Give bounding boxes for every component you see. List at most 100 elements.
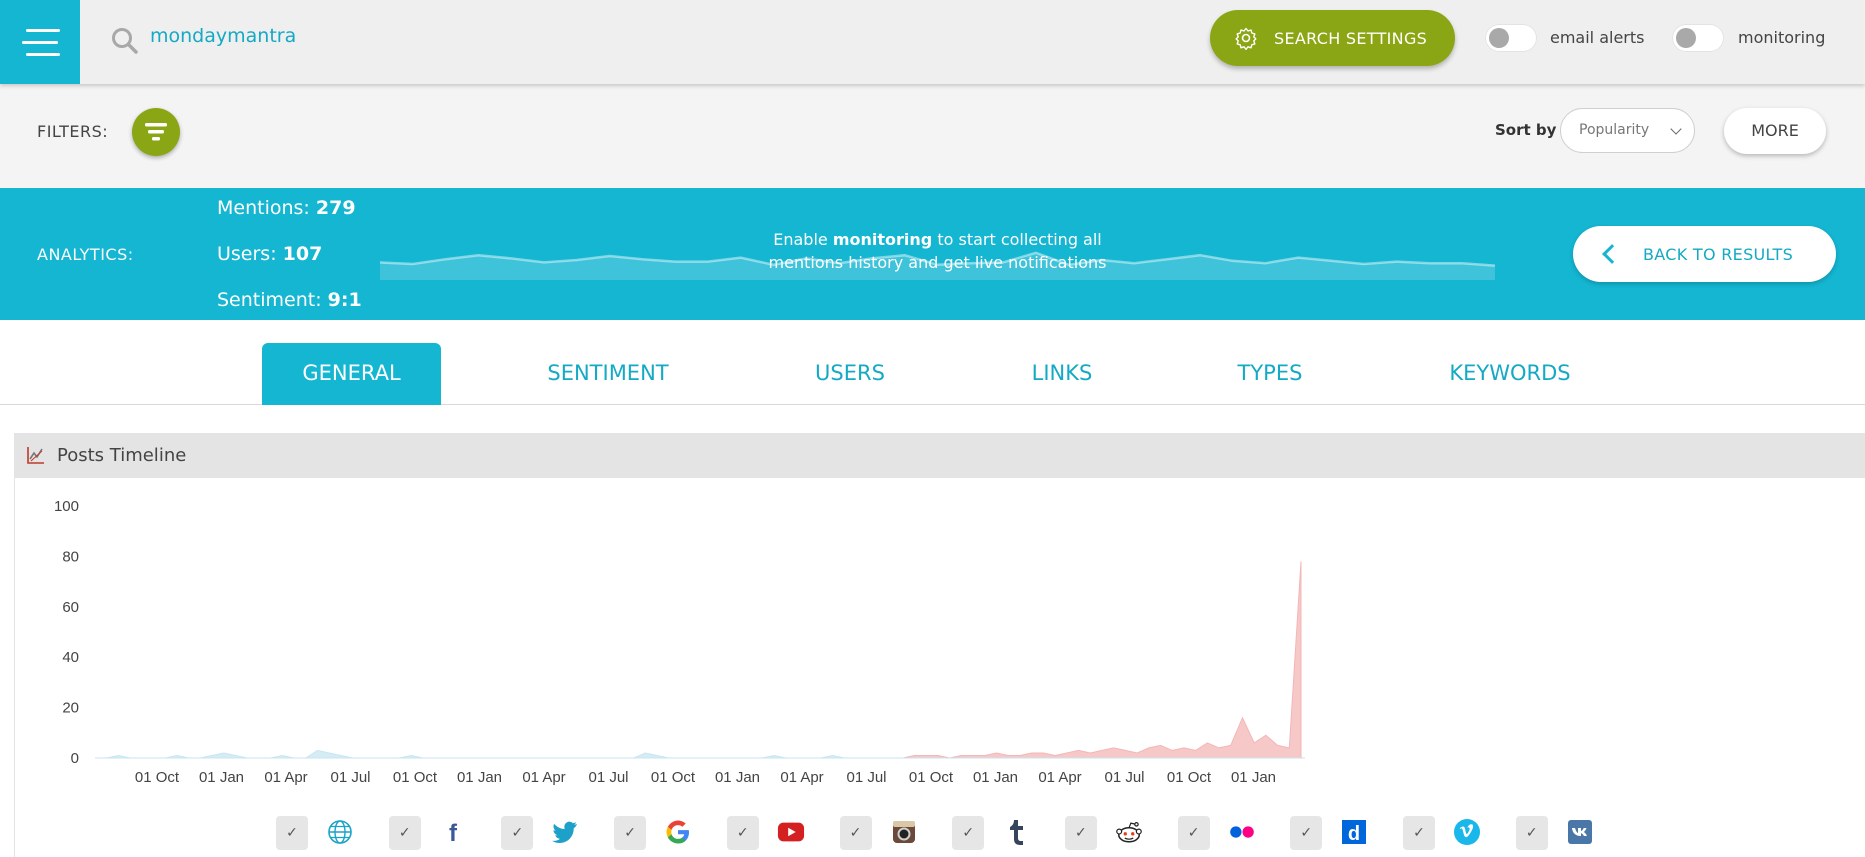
- svg-text:f: f: [449, 820, 458, 845]
- search-icon[interactable]: [110, 26, 140, 56]
- source-checkbox[interactable]: ✓: [1515, 816, 1548, 850]
- source-checkbox[interactable]: ✓: [1403, 816, 1435, 850]
- sentiment-stat: Sentiment: 9:1: [217, 289, 362, 311]
- y-tick-label: 60: [62, 599, 79, 616]
- analytics-bar: ANALYTICS: Mentions: 279 Users: 107 Sent…: [0, 188, 1865, 320]
- x-tick-label: 01 Oct: [1167, 769, 1212, 786]
- flickr-icon[interactable]: [1228, 818, 1256, 846]
- y-tick-label: 40: [62, 649, 79, 666]
- users-value: 107: [282, 243, 323, 265]
- vk-icon[interactable]: [1566, 818, 1594, 846]
- x-tick-label: 01 Oct: [393, 769, 438, 786]
- tab-sentiment[interactable]: SENTIMENT: [528, 343, 688, 405]
- toggle-knob: [1489, 28, 1509, 48]
- menu-line-icon: [26, 28, 60, 32]
- filter-icon: [145, 123, 167, 141]
- dailymotion-icon[interactable]: d: [1340, 818, 1368, 846]
- filter-button[interactable]: [132, 108, 180, 156]
- x-tick-label: 01 Jul: [846, 769, 886, 786]
- source-checkbox[interactable]: ✓: [1177, 816, 1210, 850]
- x-tick-label: 01 Jan: [457, 769, 502, 786]
- x-tick-label: 01 Oct: [651, 769, 696, 786]
- tab-links[interactable]: LINKS: [1012, 343, 1112, 405]
- monitoring-message: Enable monitoring to start collecting al…: [760, 228, 1115, 274]
- chart-line-icon: [27, 447, 44, 464]
- top-bar: mondaymantra SEARCH SETTINGS email alert…: [0, 0, 1865, 84]
- series-area-0: [95, 561, 1302, 759]
- source-checkbox[interactable]: ✓: [1064, 816, 1097, 850]
- chevron-down-icon: [1670, 123, 1682, 135]
- x-tick-label: 01 Apr: [264, 769, 307, 786]
- source-checkbox[interactable]: ✓: [501, 816, 534, 850]
- google-icon[interactable]: [664, 818, 692, 846]
- x-tick-label: 01 Jul: [1104, 769, 1144, 786]
- sort-by-label: Sort by: [1495, 121, 1557, 139]
- x-tick-label: 01 Jan: [1231, 769, 1276, 786]
- source-checkbox[interactable]: ✓: [952, 816, 985, 850]
- y-tick-label: 20: [62, 700, 79, 717]
- y-tick-label: 100: [54, 498, 79, 515]
- x-tick-label: 01 Jul: [330, 769, 370, 786]
- email-alerts-toggle[interactable]: [1485, 24, 1537, 52]
- vimeo-icon[interactable]: [1453, 818, 1481, 846]
- x-tick-label: 01 Jul: [588, 769, 628, 786]
- source-checkbox[interactable]: ✓: [276, 816, 308, 850]
- gear-icon: [1235, 27, 1257, 50]
- posts-timeline-title: Posts Timeline: [57, 445, 187, 466]
- tab-bar: GENERAL SENTIMENT USERS LINKS TYPES KEYW…: [0, 320, 1865, 405]
- x-tick-label: 01 Oct: [135, 769, 180, 786]
- more-button[interactable]: MORE: [1724, 108, 1826, 154]
- menu-line-icon: [22, 40, 58, 44]
- source-checkbox[interactable]: ✓: [839, 816, 872, 850]
- sentiment-value: 9:1: [327, 289, 362, 311]
- users-stat: Users: 107: [217, 243, 322, 265]
- x-tick-label: 01 Oct: [909, 769, 954, 786]
- x-tick-label: 01 Jan: [715, 769, 760, 786]
- svg-text:d: d: [1348, 823, 1360, 845]
- hamburger-menu-button[interactable]: [0, 0, 80, 84]
- source-checkbox[interactable]: ✓: [614, 816, 647, 850]
- reddit-icon[interactable]: [1115, 818, 1143, 846]
- sort-select[interactable]: Popularity: [1560, 108, 1695, 153]
- monitoring-message-text: Enable: [773, 230, 833, 249]
- y-tick-label: 80: [62, 548, 79, 565]
- chevron-left-icon: [1602, 244, 1622, 264]
- monitoring-toggle[interactable]: [1672, 24, 1724, 52]
- toggle-knob: [1676, 28, 1696, 48]
- posts-timeline-chart: 0 20 40 60 80 100 01 Oct 01 Jan 01 Apr 01 Jul 01 O…: [54, 498, 1305, 786]
- twitter-icon[interactable]: [551, 818, 579, 846]
- source-checkbox[interactable]: ✓: [726, 816, 759, 850]
- search-settings-label: SEARCH SETTINGS: [1274, 28, 1428, 48]
- tab-types[interactable]: TYPES: [1220, 343, 1320, 405]
- tab-users[interactable]: USERS: [800, 343, 900, 405]
- source-checkbox[interactable]: ✓: [1290, 816, 1323, 850]
- analytics-label: ANALYTICS:: [37, 245, 134, 264]
- tab-keywords[interactable]: KEYWORDS: [1435, 343, 1585, 405]
- x-tick-label: 01 Apr: [1038, 769, 1081, 786]
- sentiment-label: Sentiment:: [217, 289, 322, 311]
- back-to-results-button[interactable]: BACK TO RESULTS: [1573, 226, 1836, 282]
- back-to-results-label: BACK TO RESULTS: [1643, 244, 1794, 264]
- filters-bar: FILTERS: Sort by Popularity MORE: [0, 84, 1865, 188]
- mentions-stat: Mentions: 279: [217, 197, 356, 219]
- source-checkbox[interactable]: ✓: [388, 816, 421, 850]
- tumblr-icon[interactable]: [1002, 818, 1030, 846]
- mentions-value: 279: [315, 197, 356, 219]
- instagram-icon[interactable]: [890, 818, 918, 846]
- users-label: Users:: [217, 243, 277, 265]
- search-query-input[interactable]: mondaymantra: [150, 25, 296, 47]
- search-settings-button[interactable]: SEARCH SETTINGS: [1210, 10, 1455, 66]
- posts-timeline-header: Posts Timeline: [14, 433, 1865, 478]
- menu-line-icon: [26, 52, 60, 56]
- x-tick-label: 01 Jan: [973, 769, 1018, 786]
- monitoring-message-bold: monitoring: [832, 230, 933, 249]
- globe-icon[interactable]: [326, 818, 354, 846]
- posts-timeline-panel: 0 20 40 60 80 100 01 Oct 01 Jan 01 Apr 01 Jul 01 O…: [14, 478, 1865, 857]
- tab-general[interactable]: GENERAL: [262, 343, 441, 405]
- monitoring-label: monitoring: [1738, 28, 1826, 47]
- facebook-icon[interactable]: f: [439, 818, 467, 846]
- youtube-icon[interactable]: [777, 818, 805, 846]
- mentions-label: Mentions:: [217, 197, 310, 219]
- email-alerts-label: email alerts: [1550, 28, 1645, 47]
- sort-select-value: Popularity: [1579, 122, 1650, 138]
